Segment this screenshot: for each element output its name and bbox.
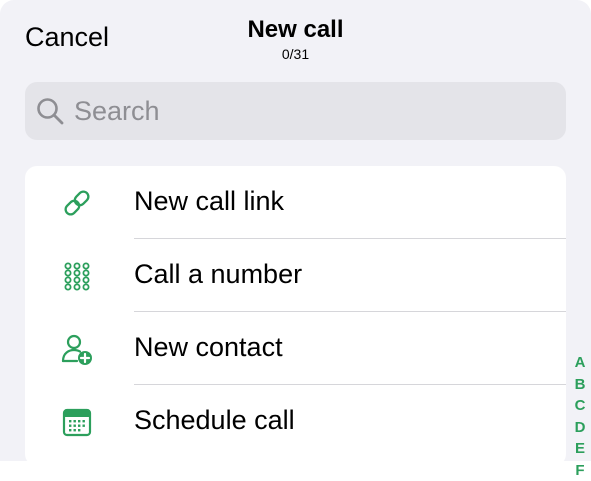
keypad-icon [61, 260, 93, 292]
action-label: New call link [134, 186, 284, 217]
action-label: Schedule call [134, 405, 295, 436]
new-call-link-row[interactable]: New call link [25, 166, 566, 239]
section-index[interactable]: A B C D E F [572, 352, 588, 481]
action-list: New call link Call a number [25, 166, 566, 466]
search-input[interactable] [74, 96, 544, 127]
new-call-sheet: Cancel New call 0/31 New call link [0, 0, 591, 461]
index-letter-d[interactable]: D [572, 417, 588, 439]
new-contact-row[interactable]: New contact [25, 312, 566, 385]
page-title: New call [0, 16, 591, 44]
action-label: New contact [134, 332, 283, 363]
call-a-number-row[interactable]: Call a number [25, 239, 566, 312]
header-title-group: New call 0/31 [0, 16, 591, 63]
index-letter-c[interactable]: C [572, 395, 588, 417]
calendar-icon [61, 406, 93, 438]
action-label: Call a number [134, 259, 302, 290]
selection-count: 0/31 [0, 45, 591, 63]
search-icon [35, 96, 65, 126]
index-letter-f[interactable]: F [572, 460, 588, 481]
add-contact-icon [61, 333, 93, 365]
index-letter-b[interactable]: B [572, 374, 588, 396]
index-letter-a[interactable]: A [572, 352, 588, 374]
link-icon [61, 187, 93, 219]
schedule-call-row[interactable]: Schedule call [25, 385, 566, 458]
index-letter-e[interactable]: E [572, 438, 588, 460]
search-bar[interactable] [25, 82, 566, 140]
